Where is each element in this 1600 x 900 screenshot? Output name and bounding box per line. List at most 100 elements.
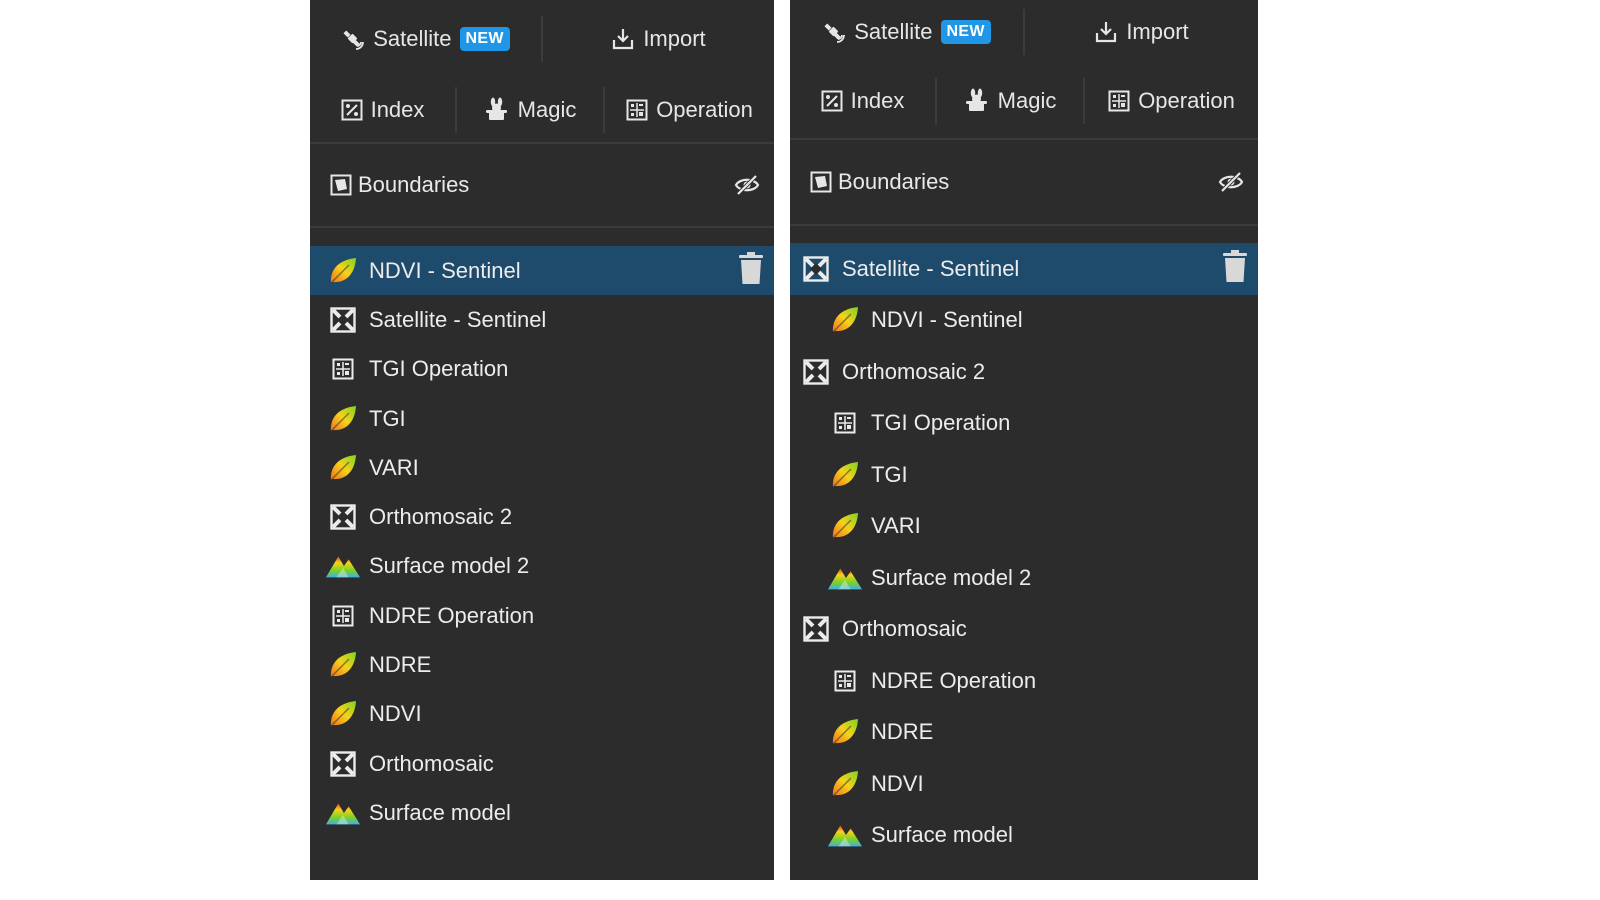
operation-icon bbox=[827, 405, 863, 441]
layer-row[interactable]: Orthomosaic 2 bbox=[790, 346, 1258, 398]
satellite-icon bbox=[822, 20, 846, 44]
layer-label: Satellite - Sentinel bbox=[369, 306, 547, 332]
satellite-button[interactable]: Satellite NEW bbox=[310, 0, 541, 78]
visibility-off-icon[interactable] bbox=[1218, 171, 1244, 193]
satellite-label: Satellite bbox=[373, 26, 452, 51]
boundaries-layer[interactable]: Boundaries bbox=[310, 144, 774, 226]
new-badge: NEW bbox=[940, 20, 991, 44]
toolbar-row-2: Index Magic Operation bbox=[790, 64, 1258, 138]
imagery-icon bbox=[325, 499, 361, 535]
layer-row[interactable]: NDVI bbox=[790, 758, 1258, 810]
layer-list: NDVI - Sentinel Satellite - Sentinel TGI O… bbox=[310, 228, 774, 838]
leaf-icon bbox=[827, 457, 863, 493]
layer-row[interactable]: NDVI - Sentinel bbox=[310, 246, 774, 296]
layer-row[interactable]: NDRE Operation bbox=[790, 655, 1258, 707]
index-button[interactable]: Index bbox=[310, 78, 455, 142]
layer-row[interactable]: Orthomosaic 2 bbox=[310, 492, 774, 541]
trash-icon[interactable] bbox=[1222, 249, 1248, 289]
toolbar-row-1: Satellite NEW Import bbox=[310, 0, 774, 78]
layer-label: Surface model bbox=[871, 822, 1013, 848]
layer-label: Satellite - Sentinel bbox=[842, 255, 1020, 281]
operation-icon bbox=[325, 351, 361, 387]
leaf-icon bbox=[827, 508, 863, 544]
boundaries-icon bbox=[810, 171, 832, 193]
layer-label: TGI bbox=[871, 461, 908, 487]
layer-row[interactable]: NDRE bbox=[790, 707, 1258, 759]
trash-icon[interactable] bbox=[738, 251, 764, 291]
layer-label: VARI bbox=[369, 454, 419, 480]
layer-row[interactable]: NDVI - Sentinel bbox=[790, 295, 1258, 347]
import-button[interactable]: Import bbox=[1025, 0, 1258, 64]
mountain-icon bbox=[325, 548, 361, 584]
leaf-icon bbox=[325, 401, 361, 437]
leaf-icon bbox=[325, 253, 361, 289]
satellite-button[interactable]: Satellite NEW bbox=[790, 0, 1023, 64]
leaf-icon bbox=[325, 450, 361, 486]
index-icon bbox=[341, 99, 363, 121]
layer-row[interactable]: TGI Operation bbox=[790, 398, 1258, 450]
index-button[interactable]: Index bbox=[790, 64, 935, 138]
layer-label: NDVI bbox=[369, 701, 422, 727]
magic-button[interactable]: Magic bbox=[937, 64, 1083, 138]
operation-label: Operation bbox=[1138, 88, 1235, 113]
layer-label: Orthomosaic bbox=[369, 750, 494, 776]
boundaries-label: Boundaries bbox=[838, 169, 950, 194]
operation-button[interactable]: Operation bbox=[1085, 64, 1258, 138]
layer-row[interactable]: NDRE bbox=[310, 640, 774, 689]
layer-label: Surface model 2 bbox=[369, 553, 530, 579]
visibility-off-icon[interactable] bbox=[734, 174, 760, 196]
operation-icon bbox=[827, 663, 863, 699]
layer-row[interactable]: TGI bbox=[310, 394, 774, 443]
toolbar-row-2: Index Magic Operation bbox=[310, 78, 774, 142]
operation-button[interactable]: Operation bbox=[605, 78, 774, 142]
mountain-icon bbox=[827, 560, 863, 596]
layer-row[interactable]: NDRE Operation bbox=[310, 591, 774, 640]
layer-row[interactable]: Orthomosaic bbox=[310, 739, 774, 788]
layer-label: Surface model bbox=[369, 799, 511, 825]
layer-row[interactable]: VARI bbox=[790, 501, 1258, 553]
imagery-icon bbox=[798, 251, 834, 287]
layer-row[interactable]: VARI bbox=[310, 443, 774, 492]
import-icon bbox=[611, 27, 635, 51]
layer-label: TGI Operation bbox=[871, 410, 1011, 436]
layer-label: Surface model 2 bbox=[871, 564, 1032, 590]
boundaries-layer[interactable]: Boundaries bbox=[790, 140, 1258, 224]
imagery-icon bbox=[798, 354, 834, 390]
operation-icon bbox=[1108, 90, 1130, 112]
layer-label: NDVI bbox=[871, 770, 924, 796]
magic-button[interactable]: Magic bbox=[457, 78, 603, 142]
boundaries-label: Boundaries bbox=[358, 172, 470, 197]
layer-label: TGI Operation bbox=[369, 356, 509, 382]
leaf-icon bbox=[325, 647, 361, 683]
imagery-icon bbox=[325, 302, 361, 338]
leaf-icon bbox=[325, 696, 361, 732]
layer-row[interactable]: Satellite - Sentinel bbox=[310, 295, 774, 344]
satellite-icon bbox=[341, 27, 365, 51]
layer-row[interactable]: NDVI bbox=[310, 690, 774, 739]
layers-panel-grouped: Satellite NEW Import Index Magic Operati… bbox=[790, 0, 1258, 880]
leaf-icon bbox=[827, 766, 863, 802]
layer-row[interactable]: Satellite - Sentinel bbox=[790, 243, 1258, 295]
layer-row[interactable]: TGI Operation bbox=[310, 345, 774, 394]
layer-tree: Satellite - Sentinel NDVI - Sentinel Ortho… bbox=[790, 226, 1258, 861]
layer-row[interactable]: Orthomosaic bbox=[790, 604, 1258, 656]
layer-row[interactable]: Surface model 2 bbox=[790, 552, 1258, 604]
layers-panel-flat: Satellite NEW Import Index Magic Operati… bbox=[310, 0, 774, 880]
operation-label: Operation bbox=[656, 97, 753, 122]
layer-row[interactable]: TGI bbox=[790, 449, 1258, 501]
layer-label: NDRE Operation bbox=[871, 667, 1037, 693]
operation-icon bbox=[325, 598, 361, 634]
import-button[interactable]: Import bbox=[543, 0, 774, 78]
layer-row[interactable]: Surface model bbox=[310, 788, 774, 837]
index-icon bbox=[821, 90, 843, 112]
layer-label: NDRE Operation bbox=[369, 602, 535, 628]
layer-row[interactable]: Surface model bbox=[790, 810, 1258, 862]
mountain-icon bbox=[827, 817, 863, 853]
layer-row[interactable]: Surface model 2 bbox=[310, 542, 774, 591]
layer-label: Orthomosaic 2 bbox=[842, 358, 986, 384]
layer-label: Orthomosaic bbox=[842, 616, 967, 642]
magic-label: Magic bbox=[517, 97, 577, 122]
new-badge: NEW bbox=[459, 27, 510, 51]
magic-label: Magic bbox=[997, 88, 1057, 113]
imagery-icon bbox=[798, 611, 834, 647]
